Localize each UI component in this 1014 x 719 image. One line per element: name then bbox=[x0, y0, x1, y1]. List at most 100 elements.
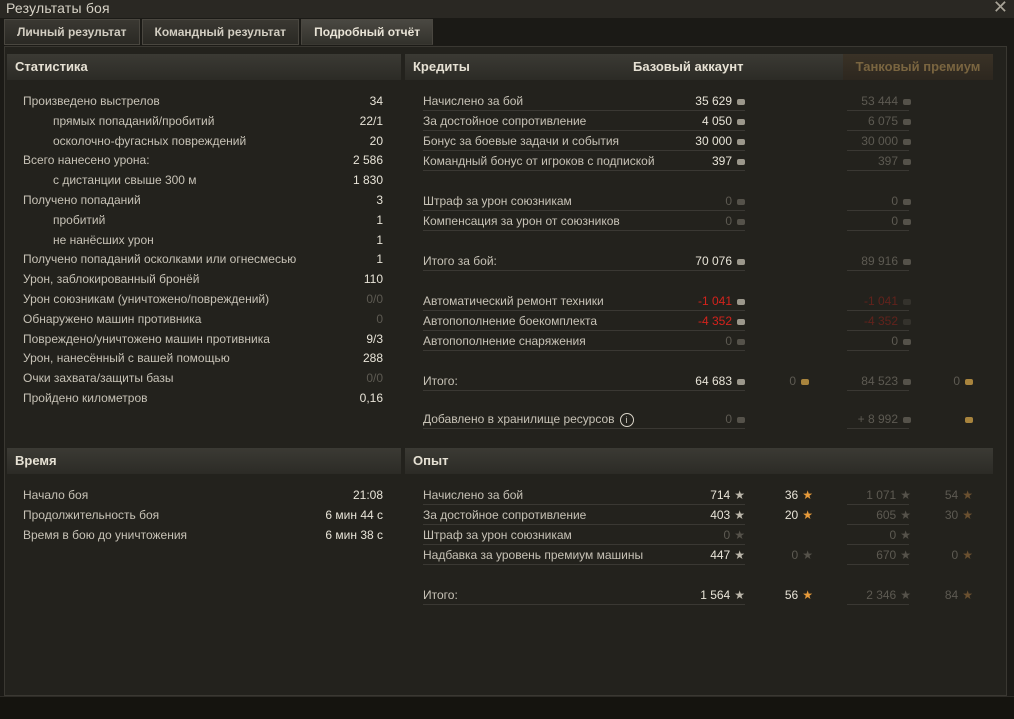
xp-base-amount: 0 bbox=[723, 528, 731, 542]
xp-row: За достойное сопротивление 403 ★ 20 ★ 605 ★ 30 ★ bbox=[405, 505, 993, 525]
stat-label: не нанёсших урон bbox=[53, 232, 154, 247]
credit-premium-amount: 0 bbox=[891, 214, 898, 228]
stat-label: пробитий bbox=[53, 212, 106, 227]
xp-premium-value: 2 346 ★ bbox=[866, 585, 911, 605]
info-icon[interactable]: i bbox=[619, 412, 634, 427]
credits-icon bbox=[903, 98, 911, 105]
credit-label: Итого за бой: bbox=[423, 254, 497, 268]
xp-star-icon: ★ bbox=[900, 588, 911, 602]
stat-value: 0,16 bbox=[359, 391, 383, 405]
time-value: 21:08 bbox=[352, 488, 383, 502]
credit-row: Командный бонус от игроков с подпиской 39… bbox=[405, 151, 993, 171]
stat-row: пробитий 1 bbox=[23, 210, 383, 230]
premium-gold-amount: 0 bbox=[953, 374, 960, 388]
xp-panel: Опыт Начислено за бой 714 ★ 36 ★ 1 071 ★ 54 ★ За … bbox=[405, 448, 993, 628]
free-xp-star-icon: ★ bbox=[802, 508, 813, 522]
free-xp-star-icon: ★ bbox=[802, 548, 813, 562]
tab-team-result[interactable]: Командный результат bbox=[141, 19, 300, 45]
xp-base-value: 0 ★ bbox=[724, 525, 745, 545]
stat-value: 1 bbox=[376, 252, 383, 267]
credits-icon bbox=[903, 258, 911, 265]
credit-base-amount: 0 bbox=[725, 412, 732, 426]
credit-base-value: 0 bbox=[725, 409, 745, 429]
xp-base-amount: 1 564 bbox=[700, 588, 731, 602]
credit-premium-value: 397 bbox=[878, 151, 911, 171]
free-xp-amount: 56 bbox=[784, 588, 799, 602]
xp-star-icon: ★ bbox=[734, 588, 745, 602]
xp-label: Итого: bbox=[423, 588, 458, 602]
base-gold-value: 0 bbox=[789, 371, 809, 391]
tab-bar: Личный результат Командный результат Под… bbox=[4, 19, 435, 45]
free-xp-star-icon: ★ bbox=[962, 488, 973, 502]
time-panel: Время Начало боя 21:08 Продолжительность б… bbox=[7, 448, 401, 568]
credits-icon bbox=[903, 318, 911, 325]
stat-label: Повреждено/уничтожено машин противника bbox=[23, 331, 270, 346]
row-divider bbox=[847, 604, 909, 605]
stat-value: 9/3 bbox=[366, 331, 383, 346]
stat-label: осколочно-фугасных повреждений bbox=[53, 133, 247, 148]
xp-row: Начислено за бой 714 ★ 36 ★ 1 071 ★ 54 ★ bbox=[405, 485, 993, 505]
xp-star-icon: ★ bbox=[900, 528, 911, 542]
row-divider bbox=[423, 428, 745, 429]
credit-row: Компенсация за урон от союзников 0 0 bbox=[405, 211, 993, 231]
credit-premium-value: -1 041 bbox=[864, 291, 911, 311]
credit-premium-amount: 0 bbox=[891, 194, 898, 208]
xp-premium-amount: 0 bbox=[889, 528, 897, 542]
stat-row: Урон, заблокированный бронёй 110 bbox=[23, 269, 383, 289]
premium-free-xp-amount: 54 bbox=[944, 488, 959, 502]
credit-label: Командный бонус от игроков с подпиской bbox=[423, 154, 655, 168]
credits-icon bbox=[903, 416, 911, 423]
credit-base-value: -1 041 bbox=[698, 291, 745, 311]
credit-base-amount: 30 000 bbox=[695, 134, 732, 148]
close-icon[interactable]: ✕ bbox=[993, 0, 1008, 18]
stat-row: осколочно-фугасных повреждений 20 bbox=[23, 131, 383, 151]
credit-label: Компенсация за урон от союзников bbox=[423, 214, 620, 228]
stat-row: Получено попаданий 3 bbox=[23, 190, 383, 210]
xp-star-icon: ★ bbox=[900, 488, 911, 502]
credit-row: За достойное сопротивление 4 050 6 075 bbox=[405, 111, 993, 131]
row-divider bbox=[423, 564, 745, 565]
credit-row: Штраф за урон союзникам 0 0 bbox=[405, 191, 993, 211]
credit-base-value: 70 076 bbox=[695, 251, 745, 271]
credit-row: Добавлено в хранилище ресурсовi 0 + 8 992 0 bbox=[405, 409, 993, 429]
stat-label: Обнаружено машин противника bbox=[23, 311, 202, 326]
credits-icon bbox=[737, 338, 745, 345]
credit-label: Штраф за урон союзникам bbox=[423, 194, 572, 208]
free-xp-value: 36 ★ bbox=[785, 485, 813, 505]
xp-row: Штраф за урон союзникам 0 ★ 0 ★ bbox=[405, 525, 993, 545]
stat-value: 20 bbox=[369, 133, 383, 148]
credit-premium-amount: 397 bbox=[877, 154, 898, 168]
credit-premium-amount: 89 916 bbox=[861, 254, 898, 268]
xp-row: Надбавка за уровень премиум машины 447 ★ 0 ★… bbox=[405, 545, 993, 565]
credit-label: Автопополнение снаряжения bbox=[423, 334, 586, 348]
tab-detailed-report[interactable]: Подробный отчёт bbox=[301, 19, 434, 45]
credits-icon bbox=[737, 318, 745, 325]
credits-icon bbox=[903, 118, 911, 125]
time-row: Начало боя 21:08 bbox=[23, 485, 383, 505]
xp-label: За достойное сопротивление bbox=[423, 508, 587, 522]
xp-base-amount: 403 bbox=[710, 508, 731, 522]
free-xp-star-icon: ★ bbox=[802, 588, 813, 602]
xp-star-icon: ★ bbox=[734, 548, 745, 562]
time-value: 6 мин 44 с bbox=[325, 508, 383, 522]
base-gold-amount: 0 bbox=[789, 374, 796, 388]
xp-premium-value: 1 071 ★ bbox=[866, 485, 911, 505]
credit-base-amount: 35 629 bbox=[695, 94, 732, 108]
credit-base-value: 0 bbox=[725, 191, 745, 211]
stat-value: 34 bbox=[369, 94, 383, 108]
xp-star-icon: ★ bbox=[734, 528, 745, 542]
credit-base-value: 4 050 bbox=[702, 111, 745, 131]
credit-base-amount: -1 041 bbox=[697, 294, 732, 308]
credit-premium-value: 0 bbox=[891, 191, 911, 211]
credit-label: Добавлено в хранилище ресурсов i bbox=[423, 409, 634, 429]
tab-personal-result[interactable]: Личный результат bbox=[4, 19, 140, 45]
credits-icon bbox=[903, 158, 911, 165]
credit-base-amount: 4 050 bbox=[701, 114, 732, 128]
credit-label: Итого: bbox=[423, 374, 458, 388]
free-xp-value: 0 ★ bbox=[792, 545, 813, 565]
xp-premium-value: 0 ★ bbox=[890, 525, 911, 545]
credit-premium-value: 30 000 bbox=[861, 131, 911, 151]
stat-label: Урон союзникам (уничтожено/повреждений) bbox=[23, 292, 270, 306]
credit-premium-value: 53 444 bbox=[861, 91, 911, 111]
credits-icon bbox=[737, 218, 745, 225]
